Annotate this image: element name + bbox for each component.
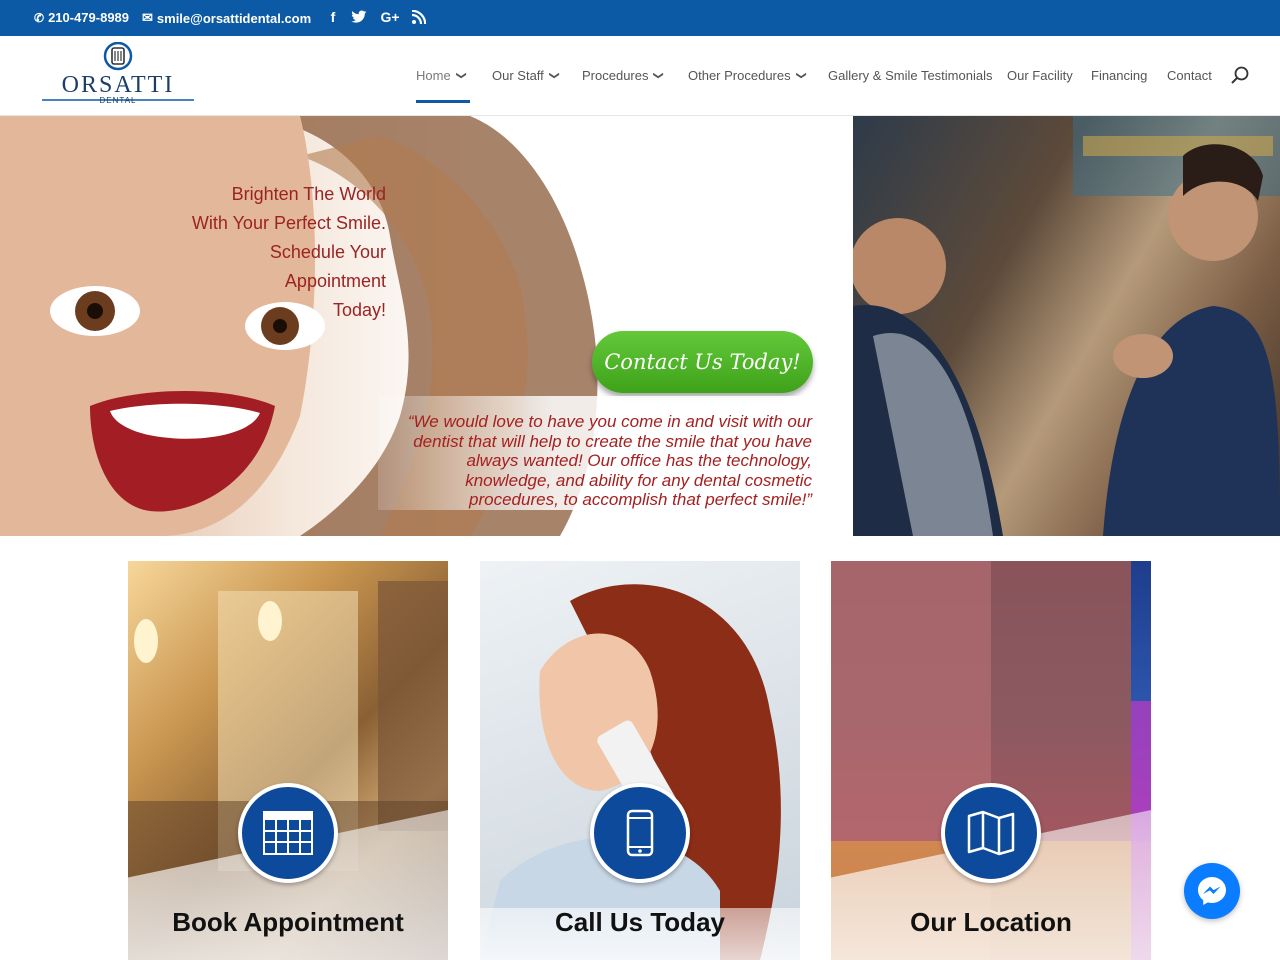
hero-quote: “We would love to have you come in and v… [378, 396, 818, 510]
rss-icon[interactable] [410, 8, 428, 26]
logo-sub: DENTAL [99, 96, 137, 105]
hero-tagline: Brighten The World With Your Perfect Smi… [166, 180, 386, 325]
nav-our-staff[interactable]: Our Staff ❯ [492, 68, 560, 83]
chevron-down-icon: ❯ [548, 71, 560, 80]
google-plus-icon[interactable]: G+ [378, 8, 402, 26]
our-location-card[interactable]: Our Location [831, 561, 1151, 960]
our-location-label: Our Location [910, 907, 1072, 937]
twitter-icon[interactable] [350, 8, 368, 26]
nav-our-staff-label: Our Staff [492, 68, 544, 83]
nav-other-procedures-label: Other Procedures [688, 68, 791, 83]
chevron-down-icon: ❯ [795, 71, 807, 80]
tagline-line: With Your Perfect Smile. [191, 213, 386, 233]
chevron-down-icon: ❯ [653, 71, 665, 80]
tagline-line: Brighten The World [231, 184, 386, 204]
nav-home-label: Home [416, 68, 451, 83]
hero-section: Brighten The World With Your Perfect Smi… [0, 116, 1280, 536]
tagline-line: Appointment [284, 271, 386, 291]
phone-number: 210-479-8989 [48, 10, 130, 25]
nav-financing-label: Financing [1091, 68, 1148, 83]
nav-gallery-label: Gallery & Smile Testimonials [828, 68, 993, 83]
woman-on-phone-image [480, 561, 800, 960]
messenger-icon [1198, 877, 1226, 905]
phone-icon: ✆ [34, 10, 45, 25]
nav-procedures-label: Procedures [582, 68, 649, 83]
logo-name: ORSATTI [61, 72, 175, 98]
tagline-line: Schedule Your [269, 242, 386, 262]
facebook-icon[interactable]: f [324, 8, 342, 26]
contact-us-button[interactable]: Contact Us Today! [592, 331, 813, 393]
book-appointment-card[interactable]: Book Appointment [128, 561, 448, 960]
map-icon [941, 783, 1041, 883]
site-logo[interactable]: ORSATTI DENTAL [42, 41, 194, 112]
nav-our-facility-label: Our Facility [1007, 68, 1073, 83]
call-us-label: Call Us Today [554, 907, 725, 937]
email-link[interactable]: ✉ smile@orsattidental.com [142, 10, 311, 26]
hero-smile-image: Brighten The World With Your Perfect Smi… [0, 116, 853, 536]
nav-gallery[interactable]: Gallery & Smile Testimonials [828, 68, 992, 83]
call-us-card[interactable]: Call Us Today [480, 561, 800, 960]
search-icon[interactable] [1230, 66, 1250, 86]
nav-contact-label: Contact [1167, 68, 1212, 83]
tagline-line: Today! [332, 300, 386, 320]
nav-other-procedures[interactable]: Other Procedures ❯ [688, 68, 807, 83]
hero-office-image [853, 116, 1280, 536]
messenger-chat-button[interactable] [1184, 863, 1240, 919]
envelope-icon: ✉ [142, 10, 153, 25]
top-bar: ✆ 210-479-8989 ✉ smile@orsattidental.com… [0, 0, 1280, 36]
chevron-down-icon: ❯ [455, 71, 467, 80]
nav-procedures[interactable]: Procedures ❯ [582, 68, 665, 83]
site-header: ORSATTI DENTAL Home ❯ Our Staff ❯ Proced… [0, 36, 1280, 116]
nav-our-facility[interactable]: Our Facility [1007, 68, 1073, 83]
nav-financing[interactable]: Financing [1091, 68, 1147, 83]
nav-contact[interactable]: Contact [1167, 68, 1212, 83]
smartphone-icon [590, 783, 690, 883]
book-appointment-label: Book Appointment [172, 907, 404, 937]
email-address: smile@orsattidental.com [156, 10, 312, 26]
active-nav-indicator [416, 100, 470, 103]
calendar-icon [238, 783, 338, 883]
nav-home[interactable]: Home ❯ [416, 68, 467, 83]
phone-link[interactable]: ✆ 210-479-8989 [34, 10, 129, 25]
